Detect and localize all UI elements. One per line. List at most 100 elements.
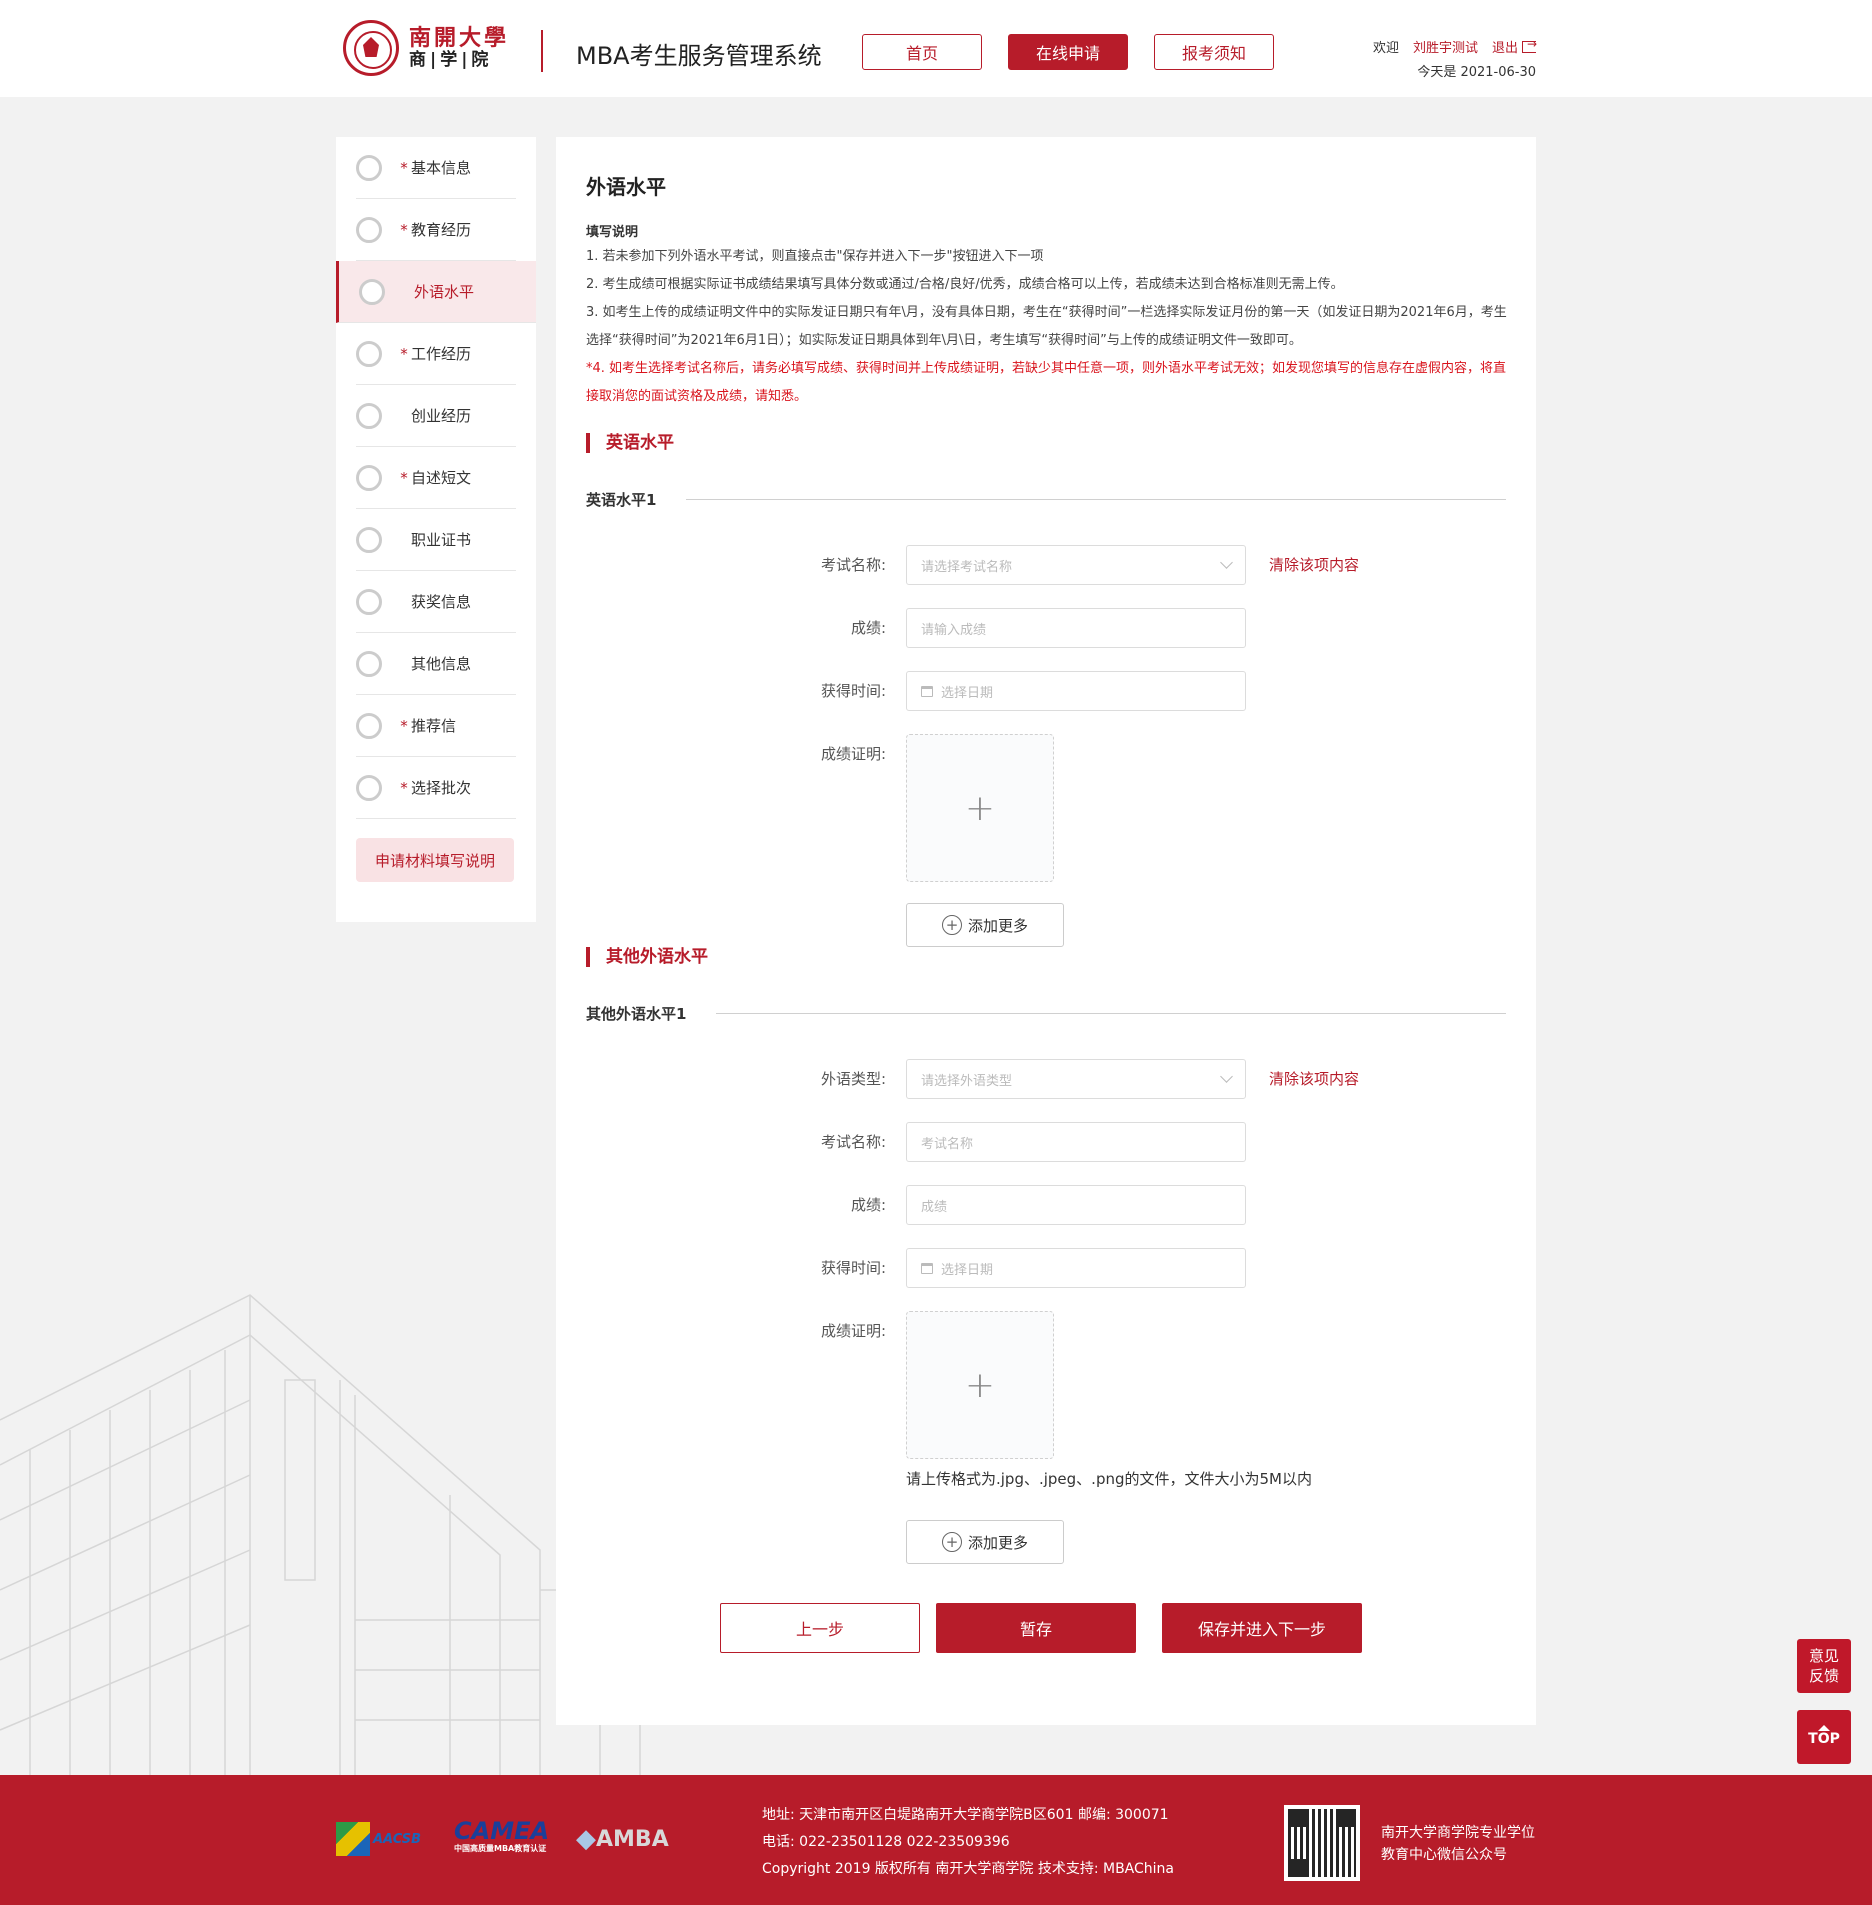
other-sub-title: 其他外语水平1: [586, 1005, 687, 1023]
placeholder: 请选择考试名称: [921, 559, 1013, 575]
header-divider: [541, 30, 543, 72]
university-seal-icon: [343, 20, 399, 76]
application-help-button[interactable]: 申请材料填写说明: [356, 838, 514, 882]
today-date: 今天是 2021-06-30: [1417, 65, 1536, 80]
add-more-label: 添加更多: [967, 916, 1028, 935]
other-date-picker[interactable]: 选择日期: [906, 1248, 1246, 1288]
logo-school-name: 商|学|院: [409, 49, 493, 70]
chevron-down-icon: [1220, 556, 1233, 569]
save-next-button[interactable]: 保存并进入下一步: [1162, 1603, 1362, 1653]
welcome-text: 欢迎: [1372, 41, 1399, 56]
required-mark: *: [400, 220, 408, 239]
sidebar-item-education[interactable]: * 教育经历: [356, 199, 516, 261]
footer-address: 地址: 天津市南开区白堤路南开大学商学院B区601 邮编: 300071: [762, 1807, 1169, 1823]
nav-home-button[interactable]: 首页: [862, 34, 982, 70]
note-3: 3. 如考生上传的成绩证明文件中的实际发证日期只有年\月，没有具体日期，考生在“…: [586, 305, 1507, 348]
language-type-label: 外语类型:: [820, 1070, 886, 1088]
required-mark: *: [400, 778, 408, 797]
note-4-warning: *4. 如考生选择考试名称后，请务必填写成绩、获得时间并上传成绩证明，若缺少其中…: [586, 361, 1507, 404]
nav-notice-button[interactable]: 报考须知: [1154, 34, 1274, 70]
other-exam-input[interactable]: 考试名称: [906, 1122, 1246, 1162]
other-clear-link[interactable]: 清除该项内容: [1269, 1068, 1359, 1089]
diamond-icon: ◆: [576, 1824, 596, 1854]
top-label: TOP: [1808, 1731, 1840, 1747]
sidebar-item-label: 其他信息: [411, 655, 472, 673]
sidebar-item-label: 职业证书: [411, 531, 472, 549]
note-2: 2. 考生成绩可根据实际证书成绩结果填写具体分数或通过/合格/良好/优秀，成绩合…: [586, 277, 1344, 292]
header: 南開大學 商|学|院 MBA考生服务管理系统 首页 在线申请 报考须知 欢迎 刘…: [0, 0, 1872, 97]
logout-link[interactable]: 退出: [1492, 37, 1537, 57]
sidebar-item-awards[interactable]: 获奖信息: [356, 571, 516, 633]
english-score-input[interactable]: 请输入成绩: [906, 608, 1246, 648]
required-mark: *: [400, 158, 408, 177]
add-more-label: 添加更多: [967, 1533, 1028, 1552]
other-score-input[interactable]: 成绩: [906, 1185, 1246, 1225]
sidebar-item-certificate[interactable]: 职业证书: [356, 509, 516, 571]
add-circle-icon: +: [941, 915, 962, 935]
nav-apply-button[interactable]: 在线申请: [1008, 34, 1128, 70]
sidebar-item-label: 选择批次: [411, 779, 472, 797]
amba-logo: ◆ AMBA: [576, 1819, 669, 1859]
step-circle-icon: [356, 588, 382, 615]
other-section-title: 其他外语水平: [586, 947, 708, 967]
footer-phone: 电话: 022-23501128 022-23509396: [762, 1834, 1010, 1850]
other-add-more-button[interactable]: + 添加更多: [906, 1520, 1064, 1564]
english-exam-select[interactable]: 请选择考试名称: [906, 545, 1246, 585]
sidebar-item-essay[interactable]: * 自述短文: [356, 447, 516, 509]
user-bar: 欢迎 刘胜宇测试 退出: [1372, 37, 1537, 57]
prev-step-button[interactable]: 上一步: [720, 1603, 920, 1653]
feedback-button[interactable]: 意见反馈: [1797, 1639, 1851, 1693]
back-to-top-button[interactable]: TOP: [1797, 1710, 1851, 1764]
english-upload-box[interactable]: +: [906, 734, 1054, 882]
camea-logo: CAMEA 中国高质量MBA教育认证: [454, 1819, 549, 1859]
sidebar-item-language[interactable]: 外语水平: [336, 261, 536, 323]
logo-university-name: 南開大學: [409, 24, 510, 51]
note-1: 1. 若未参加下列外语水平考试，则直接点击"保存并进入下一步"按钮进入下一项: [586, 249, 1044, 264]
aacsb-mark-icon: [336, 1822, 370, 1856]
sidebar-item-startup[interactable]: 创业经历: [356, 385, 516, 447]
english-add-more-button[interactable]: + 添加更多: [906, 903, 1064, 947]
step-sidebar: * 基本信息 * 教育经历 外语水平 * 工作经历 创业经历 * 自述短文 职业…: [336, 137, 536, 922]
english-date-picker[interactable]: 选择日期: [906, 671, 1246, 711]
placeholder: 成绩: [921, 1199, 948, 1215]
footer-copyright: Copyright 2019 版权所有 南开大学商学院 技术支持: MBAChi…: [762, 1861, 1175, 1877]
wechat-qr-code: [1284, 1805, 1360, 1881]
wechat-caption-line1: 南开大学商学院专业学位: [1381, 1825, 1535, 1841]
sidebar-item-label: 基本信息: [411, 159, 472, 177]
proof-label: 成绩证明:: [820, 745, 886, 763]
upload-hint: 请上传格式为.jpg、.jpeg、.png的文件，文件大小为5M以内: [906, 1470, 1312, 1488]
step-circle-icon: [356, 340, 382, 367]
step-circle-icon: [356, 712, 382, 739]
plus-icon: +: [964, 1364, 996, 1406]
required-mark: *: [400, 468, 408, 487]
sidebar-item-work[interactable]: * 工作经历: [356, 323, 516, 385]
english-clear-link[interactable]: 清除该项内容: [1269, 554, 1359, 575]
english-sub-title: 英语水平1: [586, 491, 657, 509]
date-label: 获得时间:: [820, 682, 886, 700]
divider: [716, 1013, 1506, 1014]
sidebar-item-label: 推荐信: [411, 717, 457, 735]
required-mark: *: [400, 716, 408, 735]
placeholder: 请选择外语类型: [921, 1073, 1013, 1089]
logout-icon: [1522, 37, 1537, 53]
sidebar-item-recommendation[interactable]: * 推荐信: [356, 695, 516, 757]
system-title: MBA考生服务管理系统: [576, 42, 822, 70]
other-language-type-select[interactable]: 请选择外语类型: [906, 1059, 1246, 1099]
logo[interactable]: 南開大學 商|学|院: [343, 20, 509, 76]
placeholder: 请输入成绩: [921, 622, 987, 638]
sidebar-item-label: 教育经历: [411, 221, 472, 239]
wechat-caption-line2: 教育中心微信公众号: [1381, 1847, 1507, 1863]
sidebar-item-label: 工作经历: [411, 345, 472, 363]
save-draft-button[interactable]: 暂存: [936, 1603, 1136, 1653]
sidebar-item-batch[interactable]: * 选择批次: [356, 757, 516, 819]
sidebar-item-basic-info[interactable]: * 基本信息: [356, 137, 516, 199]
sidebar-item-other[interactable]: 其他信息: [356, 633, 516, 695]
step-circle-icon: [356, 216, 382, 243]
wechat-caption: 南开大学商学院专业学位 教育中心微信公众号: [1381, 1822, 1535, 1866]
proof-label: 成绩证明:: [820, 1322, 886, 1340]
exam-name-label: 考试名称:: [820, 556, 886, 574]
username-link[interactable]: 刘胜宇测试: [1413, 37, 1478, 56]
step-circle-icon: [356, 402, 382, 429]
other-upload-box[interactable]: +: [906, 1311, 1054, 1459]
sidebar-item-label: 获奖信息: [411, 593, 472, 611]
